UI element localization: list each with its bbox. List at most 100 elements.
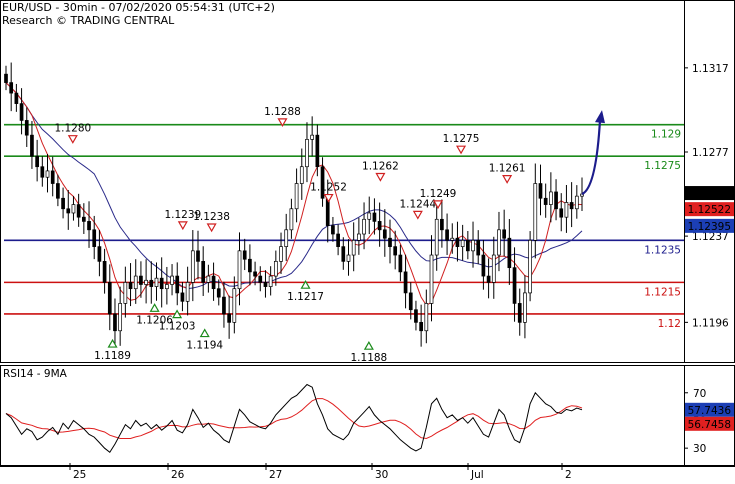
candle-body — [139, 275, 143, 285]
low-marker — [363, 340, 374, 350]
candle-body — [465, 239, 470, 252]
candle-body — [549, 191, 553, 205]
candle-body — [429, 254, 434, 304]
candle-body — [253, 271, 257, 277]
candle-body — [165, 284, 169, 290]
annotations: 1.12801.11891.12061.12031.12391.12381.11… — [54, 106, 525, 364]
annotation-label: 1.1252 — [310, 182, 347, 194]
rsi-label: RSI14 - 9MA — [3, 368, 67, 380]
rsi-line — [5, 383, 583, 454]
candle-body — [471, 239, 475, 252]
candle-body — [299, 166, 304, 184]
candle-body — [336, 233, 340, 247]
candle-body — [408, 292, 413, 311]
candle-body — [564, 202, 569, 218]
candle-body — [481, 254, 486, 277]
time-tick-label: Jul — [470, 469, 484, 480]
candle-body — [507, 237, 512, 269]
rsi-tick-label: 30 — [693, 443, 706, 455]
price-badge-label: 1.12522 — [688, 204, 731, 216]
level-label: 1.1235 — [644, 244, 681, 256]
level-label: 1.129 — [651, 129, 681, 141]
level-label: 1.1215 — [644, 286, 681, 298]
candle-body — [45, 170, 50, 178]
candle-body — [123, 282, 128, 304]
candle-body — [414, 309, 418, 323]
rsi-value-label: 57.7436 — [688, 405, 732, 417]
chart-source: Research © TRADING CENTRAL — [2, 14, 175, 27]
candle-body — [445, 229, 449, 241]
candle-body — [382, 229, 387, 239]
candle-body — [201, 261, 206, 283]
high-marker — [456, 145, 467, 155]
high-marker — [323, 193, 334, 203]
candle-body — [377, 221, 382, 231]
time-tick-label: 2 — [565, 469, 572, 480]
candle-body — [497, 229, 501, 256]
candle-body — [341, 246, 346, 262]
annotation-label: 1.1261 — [489, 163, 526, 175]
candle-body — [491, 254, 496, 283]
forecast-arrowhead — [595, 110, 605, 124]
candle-body — [248, 258, 252, 273]
low-marker — [199, 328, 210, 338]
candle-body — [486, 275, 491, 283]
high-marker — [502, 175, 513, 184]
candle-body — [523, 292, 527, 323]
candle-body — [190, 250, 195, 283]
candle-body — [517, 303, 522, 323]
candle-body — [289, 208, 294, 231]
price-tick-label: 1.1277 — [692, 147, 729, 159]
candle-body — [14, 92, 19, 104]
candle-body — [102, 261, 107, 283]
candle-body — [574, 195, 579, 210]
candle-body — [107, 282, 112, 315]
candle-body — [419, 321, 423, 332]
candle-body — [372, 212, 377, 222]
level-label: 1.1275 — [644, 160, 681, 172]
forecast-line — [581, 120, 602, 196]
rsi-ma-label: 56.7458 — [688, 419, 731, 431]
rsi-plot — [5, 383, 583, 454]
candle-body — [455, 237, 460, 247]
candle-body — [87, 221, 91, 231]
high-marker — [177, 221, 188, 231]
candle-body — [476, 239, 481, 256]
candle-body — [434, 218, 439, 256]
price-badge-label: 1.1257 — [694, 188, 731, 200]
candle-body — [502, 229, 507, 239]
candle-body — [113, 313, 117, 332]
candle-body — [97, 246, 102, 262]
high-marker — [67, 135, 78, 144]
candle-body — [569, 202, 574, 210]
candle-body — [35, 155, 39, 168]
time-tick-label: 26 — [171, 469, 185, 480]
candle-body — [180, 292, 185, 302]
annotation-label: 1.1203 — [159, 321, 196, 333]
candle-body — [222, 296, 226, 315]
candle-body — [367, 212, 372, 220]
annotation-label: 1.1275 — [443, 133, 480, 145]
rsi-ticks: 70503057.743656.7458 — [684, 388, 734, 455]
candle-body — [279, 246, 283, 262]
candle-body — [559, 208, 564, 218]
candle-body — [460, 239, 465, 247]
candle-body — [19, 103, 24, 121]
candle-body — [206, 275, 211, 283]
price-tick-label: 1.1196 — [692, 317, 729, 329]
high-marker — [206, 223, 217, 233]
candle-body — [61, 197, 65, 210]
candle-body — [294, 183, 299, 210]
candle-body — [315, 134, 320, 168]
candle-body — [4, 73, 8, 83]
annotation-label: 1.1249 — [420, 188, 457, 200]
candle-body — [232, 288, 237, 323]
candle-body — [242, 250, 247, 260]
annotation-label: 1.1262 — [362, 161, 399, 173]
candle-body — [357, 233, 361, 241]
candle-body — [403, 271, 408, 294]
candle-body — [30, 134, 34, 157]
annotation-label: 1.1238 — [193, 211, 230, 223]
candle-body — [528, 239, 532, 294]
annotation-label: 1.1194 — [186, 340, 223, 352]
